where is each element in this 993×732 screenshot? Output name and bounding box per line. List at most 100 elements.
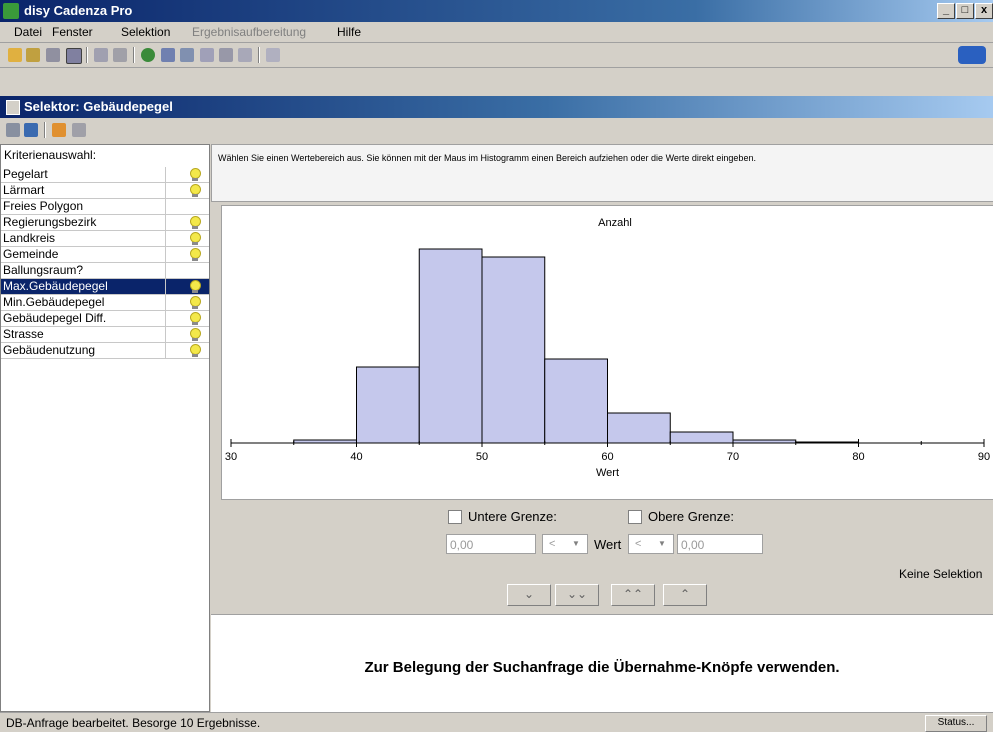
menu-datei[interactable]: Datei: [14, 25, 42, 39]
status-bar: DB-Anfrage bearbeitet. Besorge 10 Ergebn…: [0, 712, 993, 732]
chart-icon[interactable]: [200, 48, 214, 62]
criteria-item-label: Lärmart: [3, 183, 45, 197]
menu-selektion[interactable]: Selektion: [121, 25, 170, 39]
lightbulb-base-icon: [192, 306, 198, 309]
home-icon[interactable]: [8, 48, 22, 62]
first-step-icon[interactable]: [24, 123, 38, 137]
hint-text: Zur Belegung der Suchanfrage die Übernah…: [364, 659, 840, 676]
structure-icon[interactable]: [94, 48, 108, 62]
maximize-button[interactable]: □: [956, 3, 974, 19]
selector-icon[interactable]: [66, 48, 82, 64]
save-selection-icon[interactable]: [6, 123, 20, 137]
criteria-item[interactable]: Regierungsbezirk: [1, 215, 209, 231]
chart-title: Anzahl: [598, 217, 632, 229]
instruction-box: Wählen Sie einen Wertebereich aus. Sie k…: [211, 144, 993, 202]
criteria-item[interactable]: Gemeinde: [1, 247, 209, 263]
minimize-button[interactable]: _: [937, 3, 955, 19]
instruction-text: Wählen Sie einen Wertebereich aus. Sie k…: [218, 153, 756, 163]
criteria-item-label: Freies Polygon: [3, 199, 84, 213]
histogram-chart[interactable]: Anzahl 30 40 50 60 70 80 90 Wert: [222, 206, 993, 499]
lightbulb-base-icon: [192, 178, 198, 181]
cell-divider: [165, 327, 166, 342]
criteria-item-label: Gemeinde: [3, 247, 59, 261]
criteria-item[interactable]: Freies Polygon: [1, 199, 209, 215]
histogram-panel[interactable]: Anzahl 30 40 50 60 70 80 90 Wert: [221, 205, 993, 500]
toolbar-separator: [133, 47, 135, 63]
criteria-item[interactable]: Strasse: [1, 327, 209, 343]
preview-icon[interactable]: [161, 48, 175, 62]
lightbulb-base-icon: [192, 242, 198, 245]
app-icon: [3, 3, 19, 19]
histogram-bar: [607, 412, 671, 444]
stop-query-icon[interactable]: [72, 123, 86, 137]
upper-bound-checkbox[interactable]: [628, 510, 642, 524]
menu-fenster[interactable]: Fenster: [52, 25, 93, 39]
criteria-item-label: Min.Gebäudepegel: [3, 295, 105, 309]
take-upper-button[interactable]: ⌃: [663, 584, 707, 606]
cell-divider: [165, 199, 166, 214]
criteria-item[interactable]: Min.Gebäudepegel: [1, 295, 209, 311]
take-lower-button[interactable]: ⌄: [507, 584, 551, 606]
selector-toolbar: [0, 118, 993, 142]
criteria-item[interactable]: Ballungsraum?: [1, 263, 209, 279]
lightbulb-base-icon: [192, 354, 198, 357]
status-button[interactable]: Status...: [925, 715, 987, 732]
criteria-item-label: Gebäudenutzung: [3, 343, 96, 357]
criteria-item-label: Pegelart: [3, 167, 48, 181]
histogram-bar: [418, 248, 483, 444]
lightbulb-base-icon: [192, 258, 198, 261]
criteria-list: Pegelart Lärmart Freies Polygon Regierungsb…: [1, 167, 209, 359]
x-tick-label: 70: [727, 451, 739, 463]
criteria-item[interactable]: Lärmart: [1, 183, 209, 199]
tree-icon[interactable]: [26, 48, 40, 62]
table-icon[interactable]: [46, 48, 60, 62]
take-lower-all-button[interactable]: ⌄⌄: [555, 584, 599, 606]
criteria-item-label: Strasse: [3, 327, 44, 341]
lightbulb-base-icon: [192, 226, 198, 229]
hint-panel: Zur Belegung der Suchanfrage die Übernah…: [211, 614, 993, 712]
criteria-item[interactable]: Gebäudenutzung: [1, 343, 209, 359]
lower-operator-select[interactable]: < ▼: [542, 534, 588, 554]
lower-bound-checkbox[interactable]: [448, 510, 462, 524]
selector-window-icon: [6, 100, 20, 115]
take-upper-all-button[interactable]: ⌃⌃: [611, 584, 655, 606]
cell-divider: [165, 263, 166, 278]
lower-bound-input[interactable]: 0,00: [446, 534, 536, 554]
lower-operator-value: <: [549, 538, 556, 550]
upper-operator-select[interactable]: < ▼: [628, 534, 674, 554]
status-message: DB-Anfrage bearbeitet. Besorge 10 Ergebn…: [6, 716, 261, 730]
lightbulb-base-icon: [192, 290, 198, 293]
cell-divider: [165, 279, 166, 294]
x-tick-label: 40: [350, 451, 362, 463]
x-axis-label: Wert: [596, 467, 619, 479]
settings-icon[interactable]: [266, 48, 280, 62]
globe-icon[interactable]: [141, 48, 155, 62]
run-query-icon[interactable]: [52, 123, 66, 137]
print-icon[interactable]: [238, 48, 252, 62]
criteria-item-label: Regierungsbezirk: [3, 215, 97, 229]
criteria-label: Kriterienauswahl:: [4, 148, 97, 162]
criteria-item[interactable]: Gebäudepegel Diff.: [1, 311, 209, 327]
title-bar: disy Cadenza Pro _ □ x: [0, 0, 993, 22]
histogram-bar: [669, 431, 734, 444]
toolbar-separator: [44, 122, 46, 138]
menu-hilfe[interactable]: Hilfe: [337, 25, 361, 39]
cell-divider: [165, 247, 166, 262]
lightbulb-base-icon: [192, 338, 198, 341]
report-icon[interactable]: [180, 48, 194, 62]
criteria-item[interactable]: Pegelart: [1, 167, 209, 183]
export-icon[interactable]: [219, 48, 233, 62]
stop-icon[interactable]: [113, 48, 127, 62]
criteria-item-label: Ballungsraum?: [3, 263, 84, 277]
close-button[interactable]: x: [975, 3, 993, 19]
menu-ergebnisaufbereitung[interactable]: Ergebnisaufbereitung: [192, 25, 306, 39]
criteria-item-label: Landkreis: [3, 231, 56, 245]
x-tick-label: 80: [852, 451, 864, 463]
chevron-down-icon: ▼: [658, 539, 666, 548]
brand-logo-icon: [958, 46, 986, 64]
upper-bound-input[interactable]: 0,00: [677, 534, 763, 554]
criteria-item[interactable]: Max.Gebäudepegel: [1, 279, 209, 295]
criteria-item[interactable]: Landkreis: [1, 231, 209, 247]
cell-divider: [165, 215, 166, 230]
selector-title: Selektor: Gebäudepegel: [24, 99, 173, 114]
